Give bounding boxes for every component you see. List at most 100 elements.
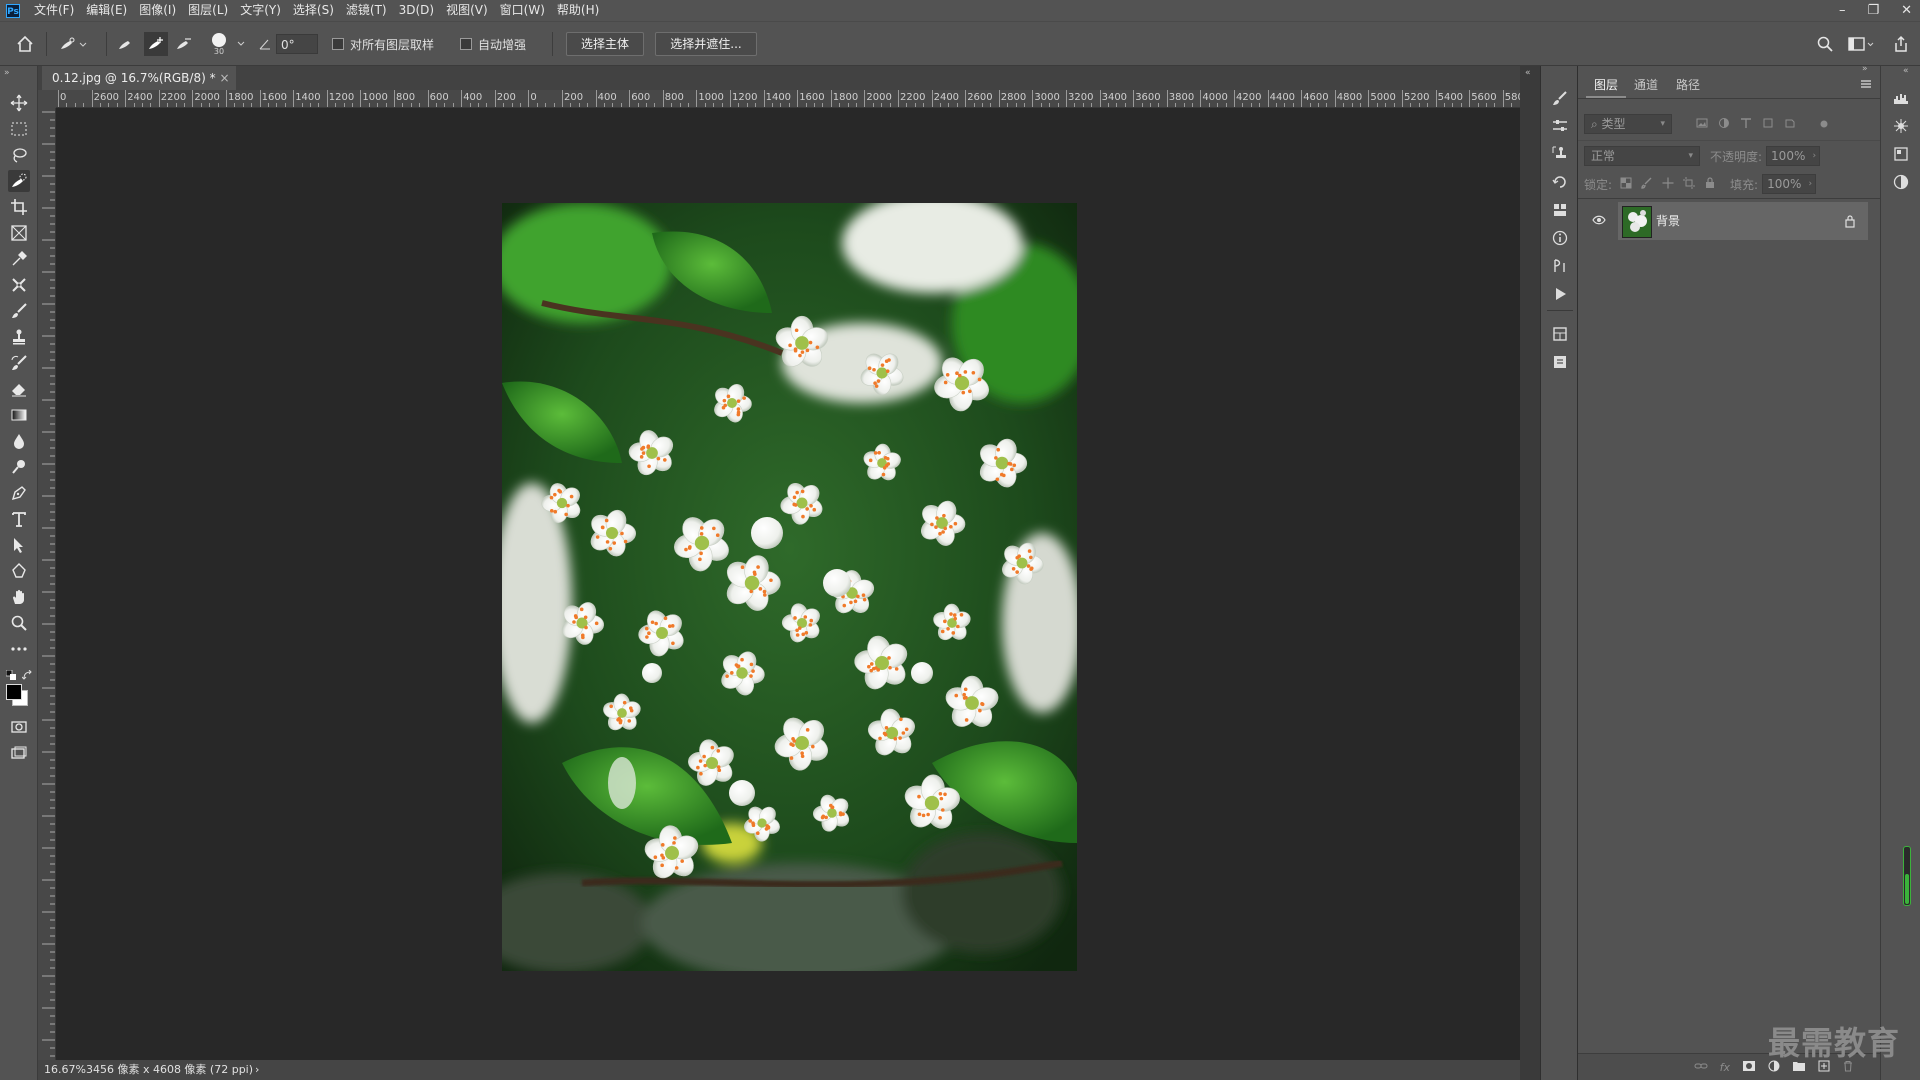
frame-tool-icon[interactable] <box>8 222 30 244</box>
tab-layers[interactable]: 图层 <box>1586 74 1627 98</box>
menu-image[interactable]: 图像(I) <box>133 0 182 21</box>
close-window-button[interactable]: ✕ <box>1901 3 1912 18</box>
shape-tool-icon[interactable] <box>8 560 30 582</box>
document-tab[interactable]: 0.12.jpg @ 16.7%(RGB/8) * × <box>42 66 236 90</box>
auto-enhance-checkbox[interactable]: 自动增强 <box>460 22 526 66</box>
search-icon[interactable] <box>1816 22 1834 66</box>
filter-adjustment-icon[interactable] <box>1718 117 1730 132</box>
collapse-arrows-icon[interactable]: « <box>1525 68 1531 78</box>
add-mask-icon[interactable] <box>1742 1060 1756 1075</box>
crop-tool-icon[interactable] <box>8 196 30 218</box>
link-layers-icon[interactable] <box>1694 1060 1708 1075</box>
move-tool-icon[interactable] <box>8 92 30 114</box>
clone-source-icon[interactable] <box>1550 144 1570 164</box>
collapse-arrows-icon[interactable]: » <box>1862 64 1868 74</box>
collapse-arrows-icon[interactable]: « <box>1903 66 1909 76</box>
close-tab-icon[interactable]: × <box>220 66 230 90</box>
lock-pixels-icon[interactable] <box>1641 177 1653 192</box>
adjustments-icon[interactable] <box>1550 116 1570 136</box>
restore-button[interactable]: ❐ <box>1867 3 1879 18</box>
navigator-icon[interactable] <box>1891 116 1911 136</box>
lock-icon[interactable] <box>1844 214 1856 231</box>
marquee-tool-icon[interactable] <box>8 118 30 140</box>
new-selection-icon[interactable] <box>116 22 136 66</box>
new-layer-icon[interactable] <box>1818 1060 1830 1075</box>
panel-menu-icon[interactable] <box>1860 78 1872 93</box>
eyedropper-tool-icon[interactable] <box>8 248 30 270</box>
sample-all-layers-checkbox[interactable]: 对所有图层取样 <box>332 22 434 66</box>
visibility-eye-icon[interactable] <box>1592 214 1606 228</box>
quick-mask-icon[interactable] <box>8 716 30 738</box>
blur-tool-icon[interactable] <box>8 430 30 452</box>
brush-tool-icon[interactable] <box>8 300 30 322</box>
info-icon[interactable] <box>1550 228 1570 248</box>
menu-view[interactable]: 视图(V) <box>440 0 494 21</box>
foreground-color-swatch[interactable] <box>6 684 22 700</box>
paths-icon[interactable] <box>1550 256 1570 276</box>
select-subject-button[interactable]: 选择主体 <box>566 32 644 56</box>
history-icon[interactable] <box>1550 172 1570 192</box>
filter-toggle-icon[interactable] <box>1820 117 1828 131</box>
menu-window[interactable]: 窗口(W) <box>494 0 551 21</box>
filter-shape-icon[interactable] <box>1762 117 1774 132</box>
swatches-icon[interactable] <box>1550 200 1570 220</box>
lock-transparent-icon[interactable] <box>1620 177 1632 192</box>
fill-input[interactable]: 100% › <box>1762 174 1817 194</box>
healing-brush-tool-icon[interactable] <box>8 274 30 296</box>
ruler-corner[interactable] <box>38 90 56 108</box>
zoom-level[interactable]: 16.67% <box>44 1063 86 1076</box>
type-tool-icon[interactable] <box>8 508 30 530</box>
lock-artboard-icon[interactable] <box>1683 176 1696 192</box>
vertical-ruler[interactable] <box>38 108 56 1060</box>
new-group-icon[interactable] <box>1792 1060 1806 1075</box>
subtract-from-selection-icon[interactable] <box>174 22 194 66</box>
layer-name[interactable]: 背景 <box>1656 202 1680 240</box>
lock-position-icon[interactable] <box>1662 177 1674 192</box>
layer-item-background[interactable]: 背景 <box>1618 202 1868 240</box>
more-tools-icon[interactable] <box>8 638 30 660</box>
expand-arrows-icon[interactable]: » <box>4 68 10 78</box>
opacity-input[interactable]: 100% › <box>1766 146 1821 166</box>
lock-all-icon[interactable] <box>1704 176 1716 192</box>
blend-mode-dropdown[interactable]: 正常 ▾ <box>1584 146 1700 166</box>
menu-layer[interactable]: 图层(L) <box>182 0 234 21</box>
fx-icon[interactable]: fx <box>1720 1061 1730 1074</box>
delete-layer-icon[interactable] <box>1842 1060 1854 1075</box>
chevron-down-icon[interactable] <box>236 22 246 66</box>
menu-filter[interactable]: 滤镜(T) <box>340 0 393 21</box>
quick-selection-tool-icon[interactable] <box>8 170 30 192</box>
menu-select[interactable]: 选择(S) <box>287 0 340 21</box>
new-adjustment-layer-icon[interactable] <box>1768 1060 1780 1075</box>
path-selection-tool-icon[interactable] <box>8 534 30 556</box>
angle-input[interactable]: 0° <box>276 34 318 54</box>
actions-play-icon[interactable] <box>1550 284 1570 304</box>
hand-tool-icon[interactable] <box>8 586 30 608</box>
minimize-button[interactable]: – <box>1839 3 1846 18</box>
pen-tool-icon[interactable] <box>8 482 30 504</box>
home-icon[interactable] <box>16 22 34 66</box>
screen-mode-icon[interactable] <box>8 742 30 764</box>
default-colors-icon[interactable] <box>5 669 18 685</box>
add-to-selection-icon[interactable] <box>144 32 168 56</box>
gradient-tool-icon[interactable] <box>8 404 30 426</box>
scroll-indicator[interactable] <box>1903 846 1911 906</box>
status-arrow-icon[interactable]: › <box>255 1063 259 1076</box>
filter-pixel-icon[interactable] <box>1696 117 1708 132</box>
properties-icon[interactable] <box>1550 324 1570 344</box>
lasso-tool-icon[interactable] <box>8 144 30 166</box>
character-icon[interactable] <box>1891 144 1911 164</box>
libraries-icon[interactable] <box>1550 352 1570 372</box>
select-and-mask-button[interactable]: 选择并遮住... <box>655 32 757 56</box>
tab-paths[interactable]: 路径 <box>1668 74 1708 96</box>
workspace-icon[interactable] <box>1848 22 1874 66</box>
brush-settings-icon[interactable] <box>1550 88 1570 108</box>
document-image[interactable] <box>502 203 1077 971</box>
clone-stamp-tool-icon[interactable] <box>8 326 30 348</box>
menu-help[interactable]: 帮助(H) <box>551 0 605 21</box>
menu-edit[interactable]: 编辑(E) <box>80 0 133 21</box>
menu-file[interactable]: 文件(F) <box>28 0 80 21</box>
zoom-tool-icon[interactable] <box>8 612 30 634</box>
eraser-tool-icon[interactable] <box>8 378 30 400</box>
histogram-icon[interactable] <box>1891 88 1911 108</box>
tool-preset-picker[interactable] <box>58 22 88 66</box>
